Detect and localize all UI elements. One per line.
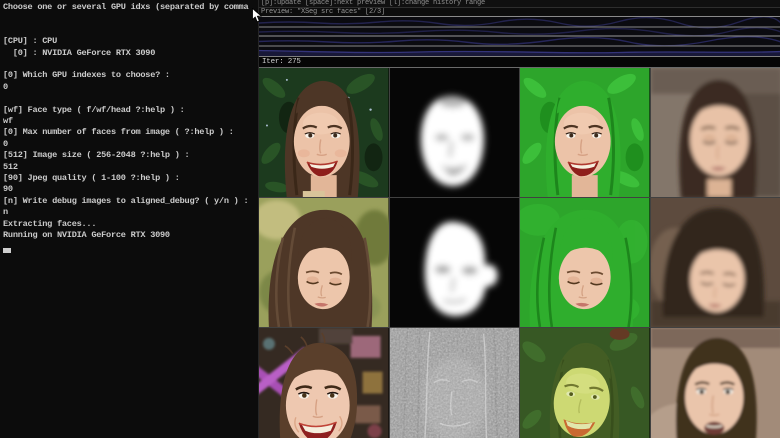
preview-cell-r2c3 bbox=[520, 198, 651, 328]
terminal-line bbox=[3, 25, 258, 36]
xseg-mask-image bbox=[390, 198, 520, 327]
mouse-cursor-icon bbox=[252, 8, 263, 23]
source-face-image bbox=[259, 68, 389, 197]
terminal-line: Running on NVIDIA GeForce RTX 3090 bbox=[3, 230, 258, 241]
preview-cell-r2c1 bbox=[259, 198, 390, 328]
mask-overlay-image bbox=[520, 198, 650, 327]
preview-cell-r1c3 bbox=[520, 68, 651, 198]
preview-cell-r2c2 bbox=[390, 198, 521, 328]
terminal-line: [wf] Face type ( f/wf/head ?:help ) : bbox=[3, 105, 258, 116]
preview-title: Preview: "XSeg src faces" [2/3] bbox=[259, 8, 780, 17]
terminal-line bbox=[3, 59, 258, 70]
source-face-image bbox=[259, 198, 389, 327]
preview-cell-r3c2 bbox=[390, 328, 521, 438]
untrained-texture-image bbox=[390, 328, 520, 438]
preview-cell-r1c4 bbox=[651, 68, 780, 198]
mask-overlay-image bbox=[520, 328, 650, 438]
predicted-face-image bbox=[651, 328, 780, 438]
preview-cell-r2c4 bbox=[651, 198, 780, 328]
screen: Choose one or several GPU idxs (separate… bbox=[0, 0, 780, 438]
terminal-line: [512] Image size ( 256-2048 ?:help ) : bbox=[3, 150, 258, 161]
terminal-line: [0] Max number of faces from image ( ?:h… bbox=[3, 127, 258, 138]
terminal-line bbox=[3, 13, 258, 24]
preview-cell-r3c1 bbox=[259, 328, 390, 438]
preview-cell-r3c4 bbox=[651, 328, 780, 438]
terminal-line: 0 bbox=[3, 139, 258, 150]
predicted-face-image bbox=[651, 198, 780, 327]
preview-cell-r3c3 bbox=[520, 328, 651, 438]
terminal-caret bbox=[3, 248, 11, 253]
preview-cell-r1c1 bbox=[259, 68, 390, 198]
terminal-line: n bbox=[3, 207, 258, 218]
terminal-line bbox=[3, 93, 258, 104]
preview-grid bbox=[259, 68, 780, 438]
terminal-line: [90] Jpeg quality ( 1-100 ?:help ) : bbox=[3, 173, 258, 184]
preview-cell-r1c2 bbox=[390, 68, 521, 198]
iteration-counter: Iter: 275 bbox=[259, 56, 780, 68]
terminal-window[interactable]: Choose one or several GPU idxs (separate… bbox=[0, 0, 258, 438]
terminal-line: Choose one or several GPU idxs (separate… bbox=[3, 2, 258, 13]
preview-hotkeys: [p]:update [space]:next preview [l]:chan… bbox=[259, 0, 780, 8]
preview-window[interactable]: [p]:update [space]:next preview [l]:chan… bbox=[258, 0, 780, 438]
terminal-line: 512 bbox=[3, 162, 258, 173]
source-face-image bbox=[259, 328, 389, 438]
terminal-line: [n] Write debug images to aligned_debug?… bbox=[3, 196, 258, 207]
terminal-line: [0] : NVIDIA GeForce RTX 3090 bbox=[3, 48, 258, 59]
terminal-line: [0] Which GPU indexes to choose? : bbox=[3, 70, 258, 81]
terminal-line: 0 bbox=[3, 82, 258, 93]
xseg-mask-image bbox=[390, 68, 520, 197]
terminal-line: wf bbox=[3, 116, 258, 127]
terminal-line: [CPU] : CPU bbox=[3, 36, 258, 47]
predicted-face-image bbox=[651, 68, 780, 197]
terminal-line: 90 bbox=[3, 184, 258, 195]
mask-overlay-image bbox=[520, 68, 650, 197]
terminal-line: Extracting faces... bbox=[3, 219, 258, 230]
loss-history-graph bbox=[259, 17, 780, 56]
